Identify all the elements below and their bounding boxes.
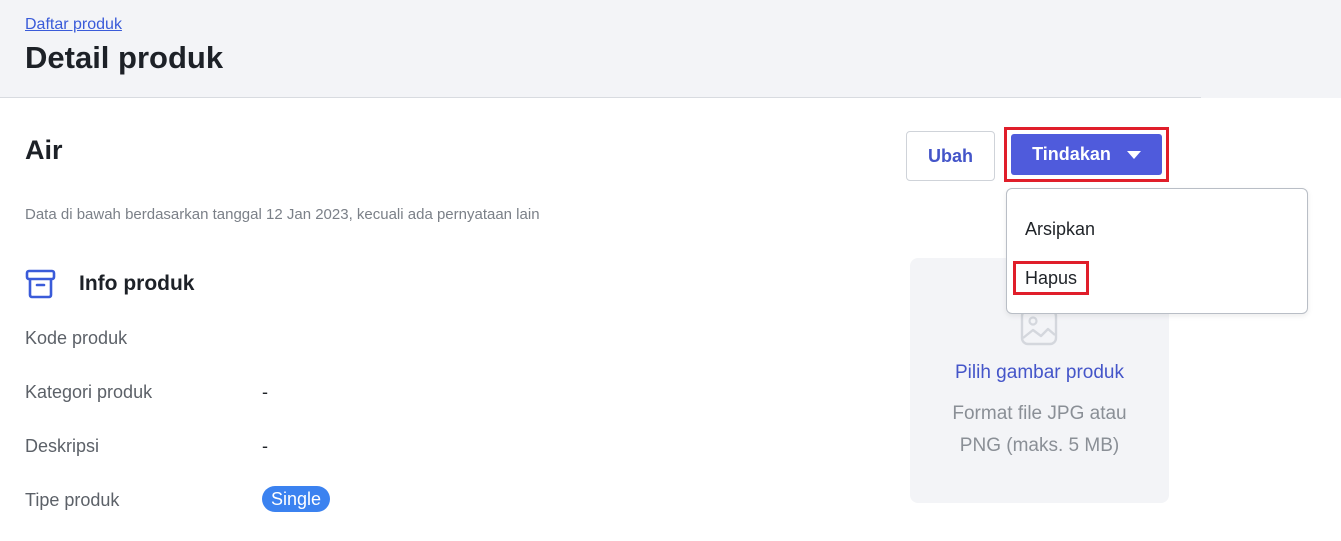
- actions-button-label: Tindakan: [1032, 144, 1111, 164]
- page-title: Detail produk: [25, 40, 224, 75]
- product-category-value: -: [262, 382, 268, 402]
- description-value: -: [262, 436, 268, 456]
- actions-button-highlight: Tindakan: [1004, 127, 1169, 182]
- menu-item-archive[interactable]: Arsipkan: [1025, 219, 1095, 240]
- choose-image-link[interactable]: Pilih gambar produk: [910, 362, 1169, 384]
- image-format-hint: Format file JPG atau PNG (maks. 5 MB): [910, 398, 1169, 462]
- product-type-label: Tipe produk: [25, 490, 120, 510]
- info-section-title: Info produk: [79, 272, 195, 295]
- product-name: Air: [25, 135, 63, 165]
- product-type-badge: Single: [262, 486, 331, 512]
- header-background-extension: [1201, 0, 1341, 98]
- product-category-label: Kategori produk: [25, 382, 153, 402]
- edit-button[interactable]: Ubah: [906, 131, 995, 181]
- actions-dropdown-menu: Arsipkan Hapus: [1006, 188, 1308, 314]
- description-label: Deskripsi: [25, 436, 100, 456]
- breadcrumb-link[interactable]: Daftar produk: [25, 16, 122, 34]
- page-header: Daftar produk Detail produk: [0, 0, 1201, 98]
- image-format-hint-line2: PNG (maks. 5 MB): [959, 435, 1120, 456]
- archive-box-icon: [25, 269, 56, 299]
- image-format-hint-line1: Format file JPG atau: [952, 403, 1127, 424]
- data-date-note: Data di bawah berdasarkan tanggal 12 Jan…: [25, 206, 540, 223]
- actions-dropdown-button[interactable]: Tindakan: [1011, 134, 1162, 175]
- product-code-label: Kode produk: [25, 328, 128, 348]
- menu-item-delete[interactable]: Hapus: [1025, 268, 1077, 289]
- caret-down-icon: [1126, 150, 1141, 159]
